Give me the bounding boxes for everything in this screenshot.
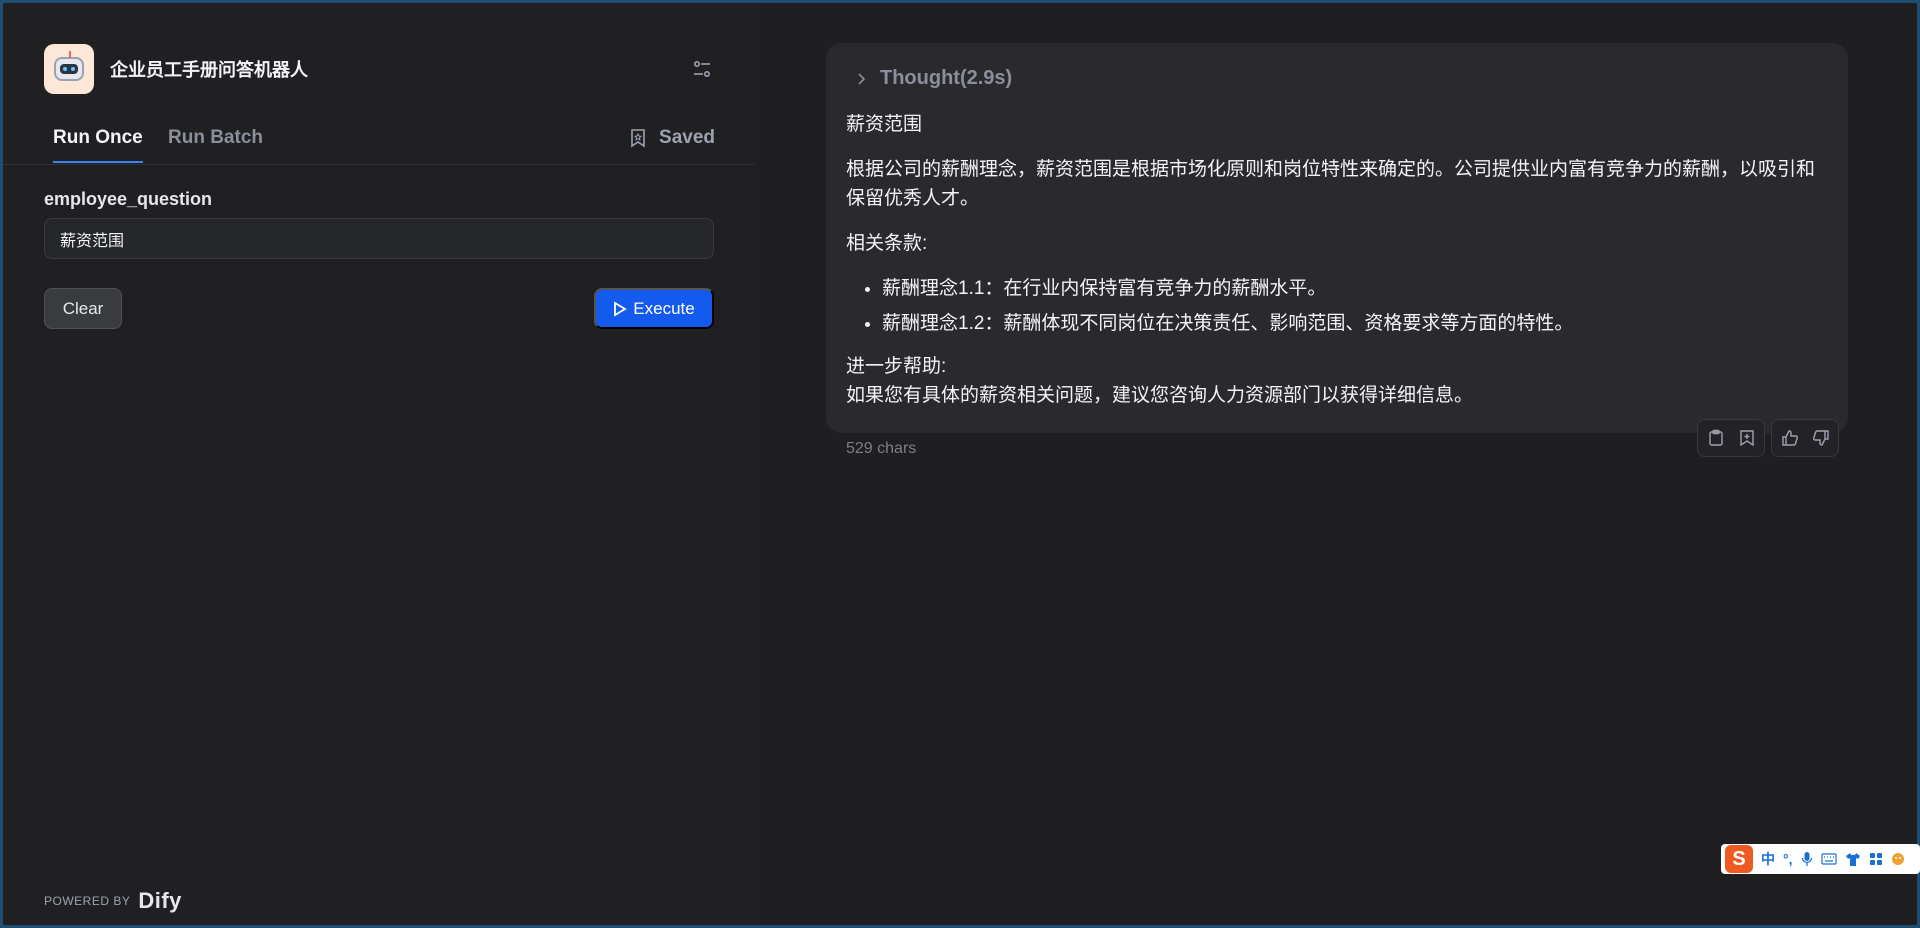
- list-item: 薪酬理念1.2：薪酬体现不同岗位在决策责任、影响范围、资格要求等方面的特性。: [882, 309, 1831, 338]
- employee-question-label: employee_question: [44, 189, 213, 209]
- bookmark-add-icon[interactable]: [1735, 426, 1758, 450]
- ime-logo[interactable]: S: [1725, 845, 1753, 873]
- keyboard-icon[interactable]: [1820, 853, 1837, 865]
- chevron-right-icon: [858, 72, 866, 85]
- execute-label: Execute: [633, 298, 695, 318]
- thought-label: Thought(2.9s): [880, 67, 1013, 89]
- thought-toggle[interactable]: Thought(2.9s): [856, 67, 1012, 90]
- left-panel: 企业员工手册问答机器人 Run Once Run Batch Saved emp…: [3, 3, 755, 925]
- app-header: 企业员工手册问答机器人: [44, 43, 714, 95]
- skin-shirt-icon[interactable]: [1845, 852, 1861, 866]
- robot-icon: [44, 44, 94, 94]
- ime-mascot-icon[interactable]: [1891, 852, 1905, 866]
- tab-run-batch[interactable]: Run Batch: [168, 127, 263, 161]
- help-text: 如果您有具体的薪资相关问题，建议您咨询人力资源部门以获得详细信息。: [846, 385, 1474, 406]
- play-icon: [614, 300, 628, 317]
- copy-save-actions: [1697, 419, 1765, 457]
- apps-grid-icon[interactable]: [1869, 852, 1883, 866]
- help-title: 进一步帮助:: [846, 356, 947, 377]
- clauses-title: 相关条款:: [846, 233, 928, 254]
- ime-lang-toggle[interactable]: 中: [1761, 849, 1775, 869]
- saved-button[interactable]: Saved: [629, 127, 715, 149]
- list-item: 薪酬理念1.1：在行业内保持富有竞争力的薪酬水平。: [882, 274, 1831, 303]
- ime-punct-toggle[interactable]: °,: [1783, 851, 1793, 867]
- clipboard-icon[interactable]: [1704, 426, 1727, 450]
- powered-by-footer: POWERED BY Dify: [44, 888, 182, 914]
- app-title: 企业员工手册问答机器人: [110, 60, 308, 80]
- result-heading: 薪资范围: [846, 114, 923, 135]
- ime-toolbar: S 中 °,: [1721, 844, 1920, 874]
- result-content: 薪资范围 根据公司的薪酬理念，薪资范围是根据市场化原则和岗位特性来确定的。公司提…: [846, 110, 1831, 410]
- execute-button[interactable]: Execute: [594, 288, 714, 329]
- tab-bar: Run Once Run Batch Saved: [3, 113, 755, 165]
- bookmark-icon: [631, 129, 645, 148]
- dify-logo[interactable]: Dify: [138, 888, 182, 914]
- tab-run-once[interactable]: Run Once: [53, 127, 143, 163]
- thumbs-down-icon[interactable]: [1809, 426, 1832, 450]
- settings-sliders-icon[interactable]: [690, 57, 714, 81]
- powered-by-label: POWERED BY: [44, 894, 131, 908]
- thumbs-up-icon[interactable]: [1778, 426, 1801, 450]
- microphone-icon[interactable]: [1801, 851, 1813, 867]
- clauses-list: 薪酬理念1.1：在行业内保持富有竞争力的薪酬水平。 薪酬理念1.2：薪酬体现不同…: [882, 274, 1831, 338]
- saved-label: Saved: [659, 127, 715, 148]
- result-card: Thought(2.9s) 薪资范围 根据公司的薪酬理念，薪资范围是根据市场化原…: [826, 43, 1848, 433]
- feedback-actions: [1771, 419, 1839, 457]
- result-paragraph: 根据公司的薪酬理念，薪资范围是根据市场化原则和岗位特性来确定的。公司提供业内富有…: [846, 159, 1816, 209]
- char-count: 529 chars: [846, 440, 917, 457]
- clear-button[interactable]: Clear: [44, 288, 122, 329]
- employee-question-input[interactable]: [44, 218, 714, 259]
